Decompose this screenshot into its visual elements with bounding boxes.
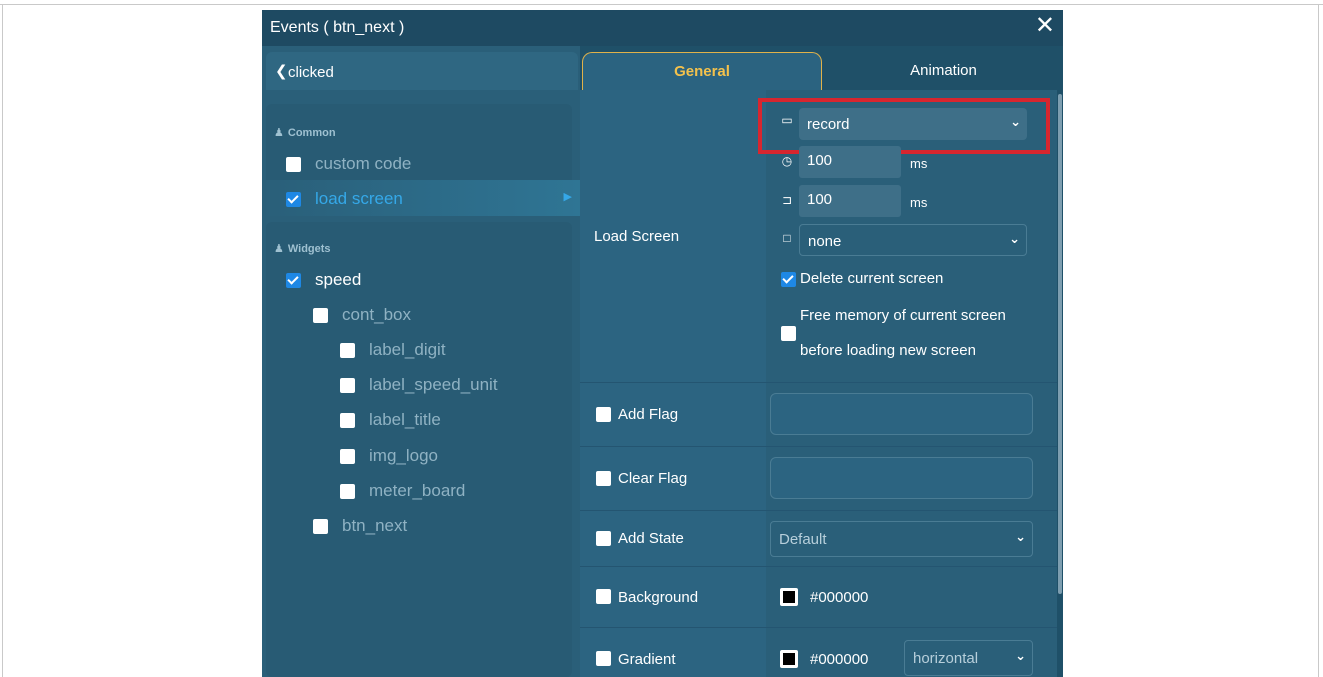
widgets-group-title: ♟ Widgets	[274, 243, 331, 255]
tree-item-label-speed-unit[interactable]: label_speed_unit	[340, 371, 498, 399]
animation-select[interactable]: none ⌄	[799, 224, 1027, 256]
close-icon[interactable]: ✕	[1035, 14, 1055, 38]
tree-item-custom-code[interactable]: custom code	[286, 150, 411, 178]
checkbox[interactable]	[340, 377, 355, 393]
delay-input[interactable]: 100	[799, 185, 901, 217]
gradient-row: Gradient #000000 horizontal ⌄	[580, 627, 1057, 677]
gradient-checkbox[interactable]	[596, 651, 611, 666]
scrollbar[interactable]	[1057, 90, 1063, 677]
clear-flag-row: Clear Flag	[580, 446, 1057, 510]
tree-item-meter-board[interactable]: meter_board	[340, 477, 465, 505]
tree-item-label: img_logo	[369, 446, 438, 465]
properties-panel: General Animation Load Screen ▭ record ⌄…	[580, 46, 1063, 677]
tree-item-label: label_speed_unit	[369, 375, 498, 394]
tree-item-label: label_title	[369, 410, 441, 429]
add-flag-row: Add Flag	[580, 382, 1057, 446]
chevron-down-icon: ⌄	[1015, 648, 1026, 663]
chevron-down-icon: ⌄	[1009, 231, 1020, 246]
clear-flag-checkbox[interactable]	[596, 471, 611, 486]
actions-panel: ❮ clicked ♟ Common ▶ custom code load scr…	[262, 46, 580, 677]
delay-unit: ms	[910, 195, 928, 210]
delete-current-label: Delete current screen	[800, 270, 944, 287]
free-memory-label-line2: before loading new screen	[800, 342, 976, 359]
gradient-color-value: #000000	[810, 651, 869, 668]
background-color-swatch[interactable]	[780, 588, 798, 606]
common-group-title: ♟ Common	[274, 127, 336, 139]
tree-item-btn-next[interactable]: btn_next	[313, 512, 407, 540]
checkbox[interactable]	[286, 156, 301, 172]
tab-general[interactable]: General	[582, 52, 822, 90]
general-tab-content: Load Screen ▭ record ⌄ ◷ 100 ms ⊐ 100 ms…	[580, 90, 1057, 677]
tree-item-speed[interactable]: speed	[286, 266, 361, 294]
page-border	[2, 4, 3, 677]
tree-item-label: meter_board	[369, 481, 466, 500]
background-color-value: #000000	[810, 589, 869, 606]
free-memory-checkbox[interactable]	[781, 326, 796, 341]
add-flag-checkbox[interactable]	[596, 407, 611, 422]
tree-item-img-logo[interactable]: img_logo	[340, 442, 438, 470]
add-state-value: Default	[779, 531, 827, 548]
checkbox[interactable]	[286, 191, 301, 207]
gradient-label: Gradient	[618, 651, 676, 668]
tree-item-label: load screen	[315, 189, 403, 208]
background-label: Background	[618, 589, 699, 606]
tab-animation[interactable]: Animation	[824, 52, 1063, 90]
scrollbar-thumb[interactable]	[1058, 94, 1062, 594]
checkbox[interactable]	[340, 448, 355, 464]
add-state-label: Add State	[618, 530, 684, 547]
checkbox[interactable]	[286, 272, 301, 288]
time-unit: ms	[910, 156, 928, 171]
tree-item-label-digit[interactable]: label_digit	[340, 336, 446, 364]
user-icon: ♟	[274, 243, 284, 255]
background-checkbox[interactable]	[596, 589, 611, 604]
clear-flag-input[interactable]	[770, 457, 1033, 499]
checkbox[interactable]	[313, 307, 328, 323]
tree-item-label: btn_next	[342, 516, 408, 535]
free-memory-label-line1: Free memory of current screen	[800, 307, 1006, 324]
clock-icon: ◷	[781, 154, 793, 168]
window-title: Events ( btn_next )	[270, 19, 405, 36]
tree-item-load-screen[interactable]: load screen	[286, 185, 403, 213]
checkbox[interactable]	[340, 483, 355, 499]
tree-item-label: cont_box	[342, 305, 411, 324]
selected-arrow-icon: ▶	[563, 191, 572, 203]
clear-flag-label: Clear Flag	[618, 470, 688, 487]
delete-current-checkbox[interactable]	[781, 272, 796, 287]
delay-icon: ⊐	[781, 193, 793, 207]
animation-select-value: none	[808, 233, 842, 250]
add-state-checkbox[interactable]	[596, 531, 611, 546]
add-state-select[interactable]: Default ⌄	[770, 521, 1033, 557]
tree-item-label-title[interactable]: label_title	[340, 406, 441, 434]
tree-item-label: speed	[315, 270, 362, 289]
load-screen-label: Load Screen	[594, 228, 680, 245]
events-dialog: Events ( btn_next ) ✕ ❮ clicked ♟ Common …	[262, 10, 1063, 677]
user-icon: ♟	[274, 127, 284, 139]
add-state-row: Add State Default ⌄	[580, 510, 1057, 566]
background-row: Background #000000	[580, 566, 1057, 627]
event-selector[interactable]: ❮ clicked	[266, 52, 578, 90]
chevron-down-icon: ⌄	[1015, 529, 1026, 544]
add-flag-label: Add Flag	[618, 406, 679, 423]
checkbox[interactable]	[313, 518, 328, 534]
time-input[interactable]: 100	[799, 146, 901, 178]
page-border	[1318, 4, 1319, 677]
event-name: clicked	[288, 64, 334, 81]
gradient-direction-value: horizontal	[913, 650, 979, 667]
checkbox[interactable]	[340, 412, 355, 428]
chevron-left-icon[interactable]: ❮	[275, 62, 288, 80]
tree-item-label: label_digit	[369, 340, 446, 359]
page-border	[0, 4, 1323, 5]
tree-item-cont-box[interactable]: cont_box	[313, 301, 411, 329]
tree-item-label: custom code	[315, 154, 412, 173]
add-flag-input[interactable]	[770, 393, 1033, 435]
transition-icon: □	[783, 231, 791, 245]
checkbox[interactable]	[340, 342, 355, 358]
title-bar: Events ( btn_next ) ✕	[262, 10, 1063, 46]
gradient-direction-select[interactable]: horizontal ⌄	[904, 640, 1033, 676]
gradient-color-swatch[interactable]	[780, 650, 798, 668]
